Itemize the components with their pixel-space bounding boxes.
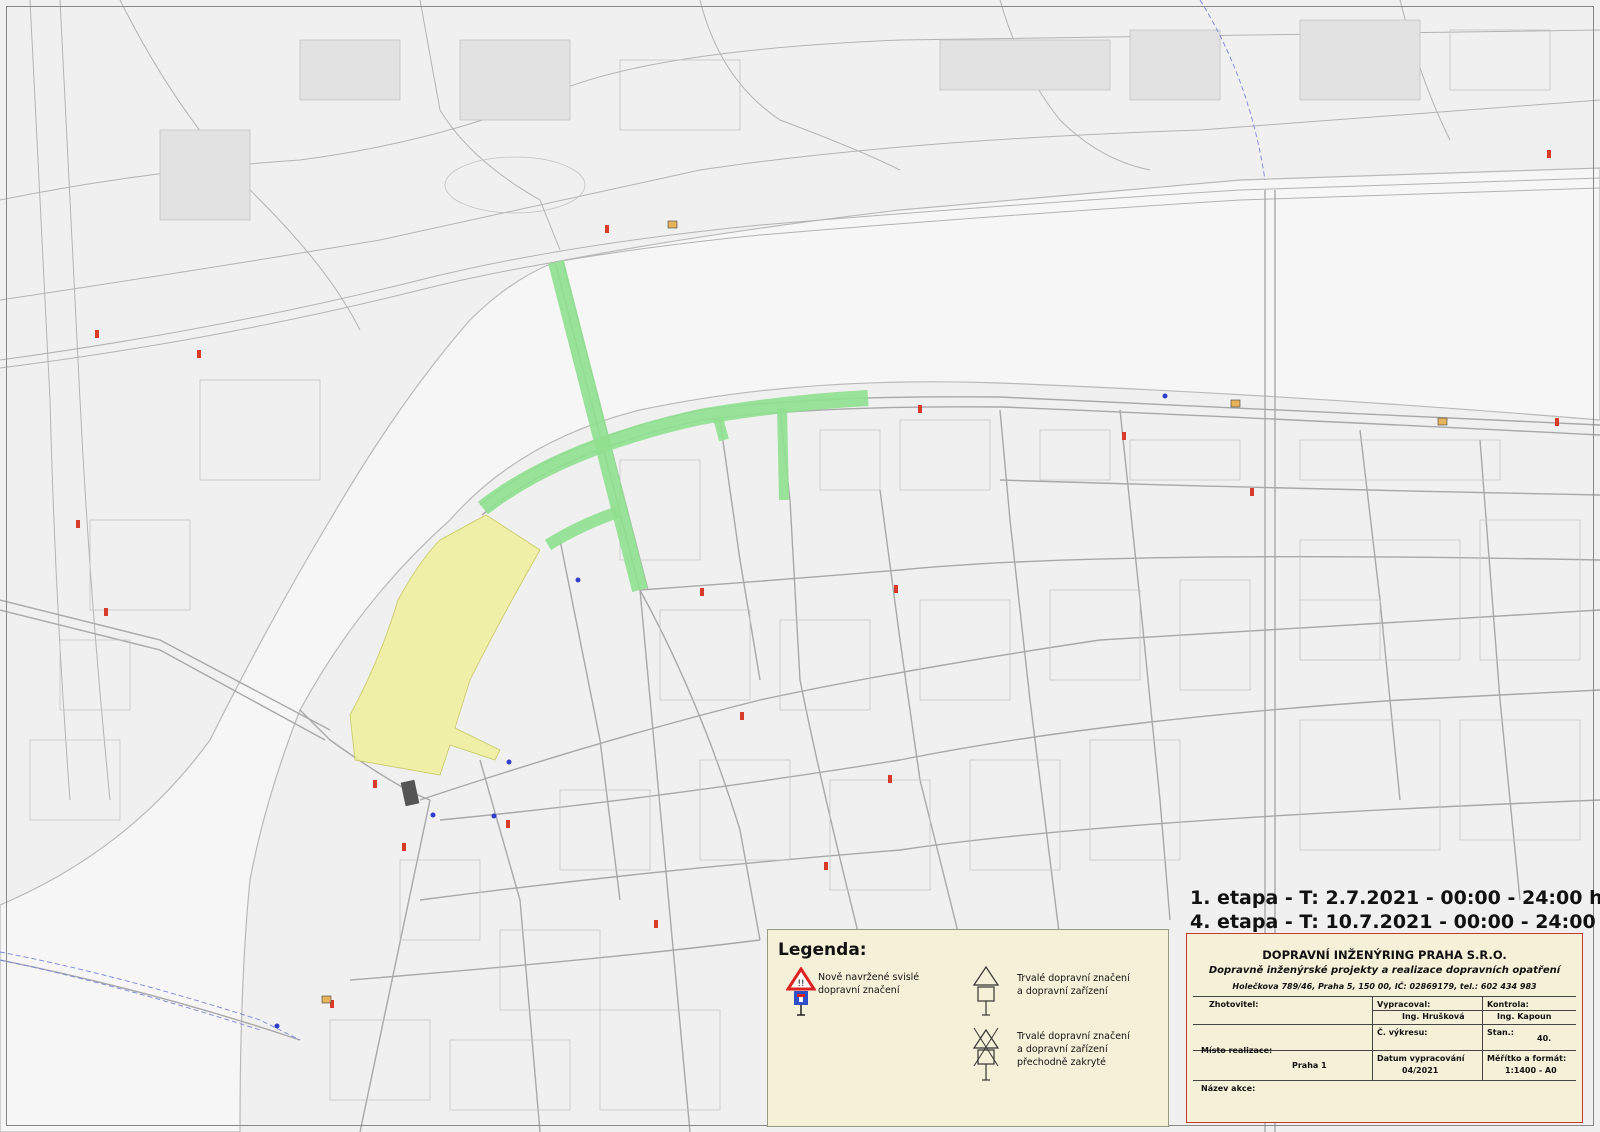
legend-title: Legenda: xyxy=(778,940,867,960)
legend-item-3-line3: přechodně zakryté xyxy=(1017,1057,1106,1068)
company-address: Holečkova 789/46, Praha 5, 150 00, IČ: 0… xyxy=(1232,982,1537,991)
date-value: 04/2021 xyxy=(1402,1066,1439,1075)
svg-text:!!: !! xyxy=(797,979,804,989)
project-name-label: Název akce: xyxy=(1201,1084,1256,1093)
legend-item-1-line1: Nově navržené svislé xyxy=(818,972,920,983)
drawing-number-label: Č. výkresu: xyxy=(1377,1028,1428,1037)
company-name: DOPRAVNÍ INŽENÝRING PRAHA S.R.O. xyxy=(1262,948,1507,962)
location-label: Místo realizace: xyxy=(1201,1046,1273,1055)
title-block: DOPRAVNÍ INŽENÝRING PRAHA S.R.O. Dopravn… xyxy=(1186,933,1583,1123)
company-subtitle: Dopravně inženýrské projekty a realizace… xyxy=(1208,965,1561,976)
permanent-sign-icon xyxy=(972,965,1000,1016)
kontrola-value: Ing. Kapoun xyxy=(1497,1012,1552,1021)
vypracoval-label: Vypracoval: xyxy=(1377,1000,1431,1009)
zhotovitel-label: Zhotovitel: xyxy=(1209,1000,1259,1009)
legend-item-3-line2: a dopravní zařízení xyxy=(1017,1044,1108,1055)
kontrola-label: Kontrola: xyxy=(1487,1000,1529,1009)
legend-panel: Legenda: !! Nově navržené svislé dopravn… xyxy=(767,929,1169,1127)
date-label: Datum vypracování xyxy=(1377,1054,1465,1063)
location-value: Praha 1 xyxy=(1292,1061,1327,1070)
scale-value: 1:1400 - A0 xyxy=(1505,1066,1557,1075)
legend-item-2-line2: a dopravní zařízení xyxy=(1017,986,1108,997)
legend-item-1-line2: dopravní značení xyxy=(818,985,900,996)
scale-label: Měřítko a formát: xyxy=(1487,1054,1567,1063)
stan-label: Stan.: xyxy=(1487,1028,1514,1037)
stan-value: 40. xyxy=(1537,1034,1552,1043)
new-vertical-sign-icon: !! xyxy=(786,967,816,1016)
stage-1-schedule: 1. etapa - T: 2.7.2021 - 00:00 - 24:00 h xyxy=(1190,887,1600,909)
covered-sign-icon xyxy=(972,1027,1000,1081)
legend-item-3-line1: Trvalé dopravní značení xyxy=(1017,1031,1130,1042)
vypracoval-value: Ing. Hrušková xyxy=(1402,1012,1465,1021)
stage-4-schedule: 4. etapa - T: 10.7.2021 - 00:00 - 24:00 … xyxy=(1190,911,1600,933)
legend-item-2-line1: Trvalé dopravní značení xyxy=(1017,973,1130,984)
